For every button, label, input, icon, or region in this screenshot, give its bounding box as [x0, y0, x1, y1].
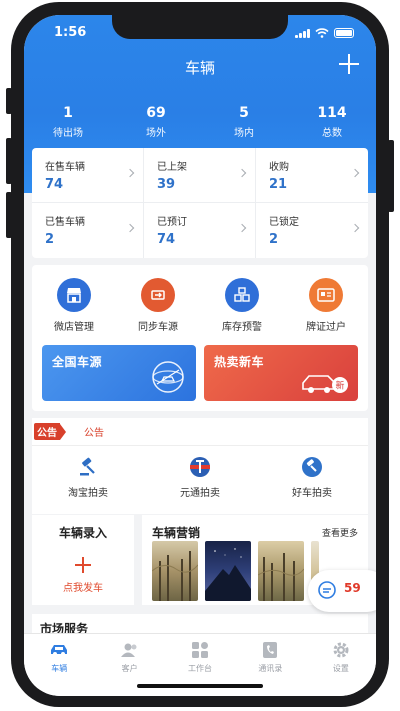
marketing-thumbnail[interactable] — [152, 541, 198, 601]
message-float-button[interactable]: 59 — [308, 570, 376, 612]
notice-section: 公告 公告 淘宝拍卖 元通拍卖 好车拍卖 — [32, 418, 368, 514]
add-button[interactable] — [338, 53, 360, 75]
status-icons — [295, 28, 354, 38]
menu-stock-warning[interactable]: 库存预警 — [200, 278, 284, 333]
stat-total[interactable]: 114 总数 — [288, 105, 376, 139]
stat-on-site[interactable]: 5 场内 — [200, 105, 288, 139]
auction-label: 好车拍卖 — [292, 488, 332, 499]
banner-label: 热卖新车 — [214, 355, 265, 369]
home-indicator[interactable] — [137, 684, 263, 688]
tab-label: 车辆 — [51, 664, 68, 673]
notice-badge: 公告 — [34, 423, 66, 440]
auction-good-car[interactable]: 好车拍卖 — [256, 456, 368, 499]
signal-icon — [295, 28, 310, 38]
chat-bubble-icon — [318, 581, 336, 599]
mute-switch — [6, 88, 12, 114]
auction-label: 元通拍卖 — [180, 488, 220, 499]
notch — [112, 15, 288, 39]
banner-hot-new-cars[interactable]: 热卖新车 新 — [204, 345, 358, 401]
inventory-value: 39 — [157, 177, 176, 192]
marketing-title: 车辆营销 — [152, 526, 201, 540]
menu-shop-management[interactable]: 微店管理 — [32, 278, 116, 333]
stat-label: 场内 — [234, 128, 254, 139]
notice-text: 公告 — [84, 428, 104, 439]
menu-label: 同步车源 — [138, 322, 178, 333]
volume-down-button — [6, 192, 12, 238]
menu-sync-sources[interactable]: 同步车源 — [116, 278, 200, 333]
feature-menu: 微店管理 同步车源 库存预警 牌证过户 全国车源 热卖新车 新 — [32, 265, 368, 411]
marketing-thumbnail[interactable] — [258, 541, 304, 601]
inventory-card: 在售车辆 74 已上架 39 收购 21 已售车辆 2 已预订 74 已锁定 2 — [32, 148, 368, 258]
license-icon — [309, 278, 343, 312]
stat-pending-exit[interactable]: 1 待出场 — [24, 105, 112, 139]
contacts-icon — [259, 640, 281, 660]
status-time: 1:56 — [54, 25, 87, 40]
car-entry-card[interactable]: 车辆录入 点我发车 — [32, 515, 134, 605]
marketing-thumbnail[interactable] — [205, 541, 251, 601]
hammer-icon — [301, 456, 323, 478]
inventory-on-sale[interactable]: 在售车辆 74 — [32, 148, 144, 203]
new-car-icon: 新 — [302, 375, 348, 393]
inventory-reserved[interactable]: 已预订 74 — [144, 203, 256, 258]
sync-icon — [141, 278, 175, 312]
auction-yuantong[interactable]: 元通拍卖 — [144, 456, 256, 499]
view-more-link[interactable]: 查看更多 — [322, 526, 358, 539]
customers-icon — [119, 640, 141, 660]
inventory-sold[interactable]: 已售车辆 2 — [32, 203, 144, 258]
shop-icon — [57, 278, 91, 312]
volume-up-button — [6, 138, 12, 184]
phone-screen: 1:56 车辆 1 待出场 69 场外 5 场内 114 总数 在售车辆 74 … — [24, 15, 376, 696]
auction-taobao[interactable]: 淘宝拍卖 — [32, 456, 144, 499]
menu-label: 微店管理 — [54, 322, 94, 333]
power-button — [388, 140, 394, 212]
plus-icon — [75, 557, 91, 573]
tab-label: 设置 — [332, 664, 349, 673]
stat-value: 114 — [317, 105, 347, 121]
tab-label: 通讯录 — [258, 664, 283, 673]
stat-value: 69 — [146, 105, 166, 121]
tab-vehicles[interactable]: 车辆 — [24, 634, 94, 696]
car-entry-subtitle: 点我发车 — [63, 583, 103, 594]
gavel-icon — [77, 456, 99, 478]
stat-value: 1 — [63, 105, 73, 121]
notice-bar[interactable]: 公告 公告 — [32, 418, 368, 446]
svg-text:新: 新 — [335, 380, 344, 392]
menu-label: 库存预警 — [222, 322, 262, 333]
inventory-value: 2 — [269, 232, 279, 247]
banner-national-sources[interactable]: 全国车源 — [42, 345, 196, 401]
car-entry-title: 车辆录入 — [58, 526, 107, 540]
auction-label: 淘宝拍卖 — [68, 488, 108, 499]
warehouse-icon — [225, 278, 259, 312]
stat-value: 5 — [239, 105, 249, 121]
page-title: 车辆 — [184, 59, 215, 77]
car-icon — [48, 640, 70, 660]
battery-icon — [334, 28, 354, 38]
inventory-value: 74 — [45, 177, 64, 192]
inventory-value: 21 — [269, 177, 288, 192]
tab-label: 工作台 — [188, 664, 213, 673]
tab-label: 客户 — [121, 664, 138, 673]
menu-label: 牌证过户 — [306, 322, 346, 333]
inventory-listed[interactable]: 已上架 39 — [144, 148, 256, 203]
message-count: 59 — [344, 581, 361, 595]
inventory-locked[interactable]: 已锁定 2 — [256, 203, 368, 258]
tab-settings[interactable]: 设置 — [306, 634, 376, 696]
workbench-icon — [189, 640, 211, 660]
banner-label: 全国车源 — [52, 355, 103, 369]
inventory-acquired[interactable]: 收购 21 — [256, 148, 368, 203]
vehicle-stats: 1 待出场 69 场外 5 场内 114 总数 — [24, 105, 376, 139]
yuantong-logo-icon — [189, 456, 211, 478]
stat-label: 场外 — [146, 128, 166, 139]
settings-icon — [330, 640, 352, 660]
menu-license-transfer[interactable]: 牌证过户 — [284, 278, 368, 333]
wifi-icon — [315, 28, 329, 38]
stat-off-site[interactable]: 69 场外 — [112, 105, 200, 139]
inventory-value: 74 — [157, 232, 176, 247]
stat-label: 总数 — [322, 128, 342, 139]
globe-car-icon — [152, 361, 184, 393]
inventory-value: 2 — [45, 232, 55, 247]
notice-badge-label: 公告 — [34, 423, 60, 440]
stat-label: 待出场 — [53, 128, 83, 139]
